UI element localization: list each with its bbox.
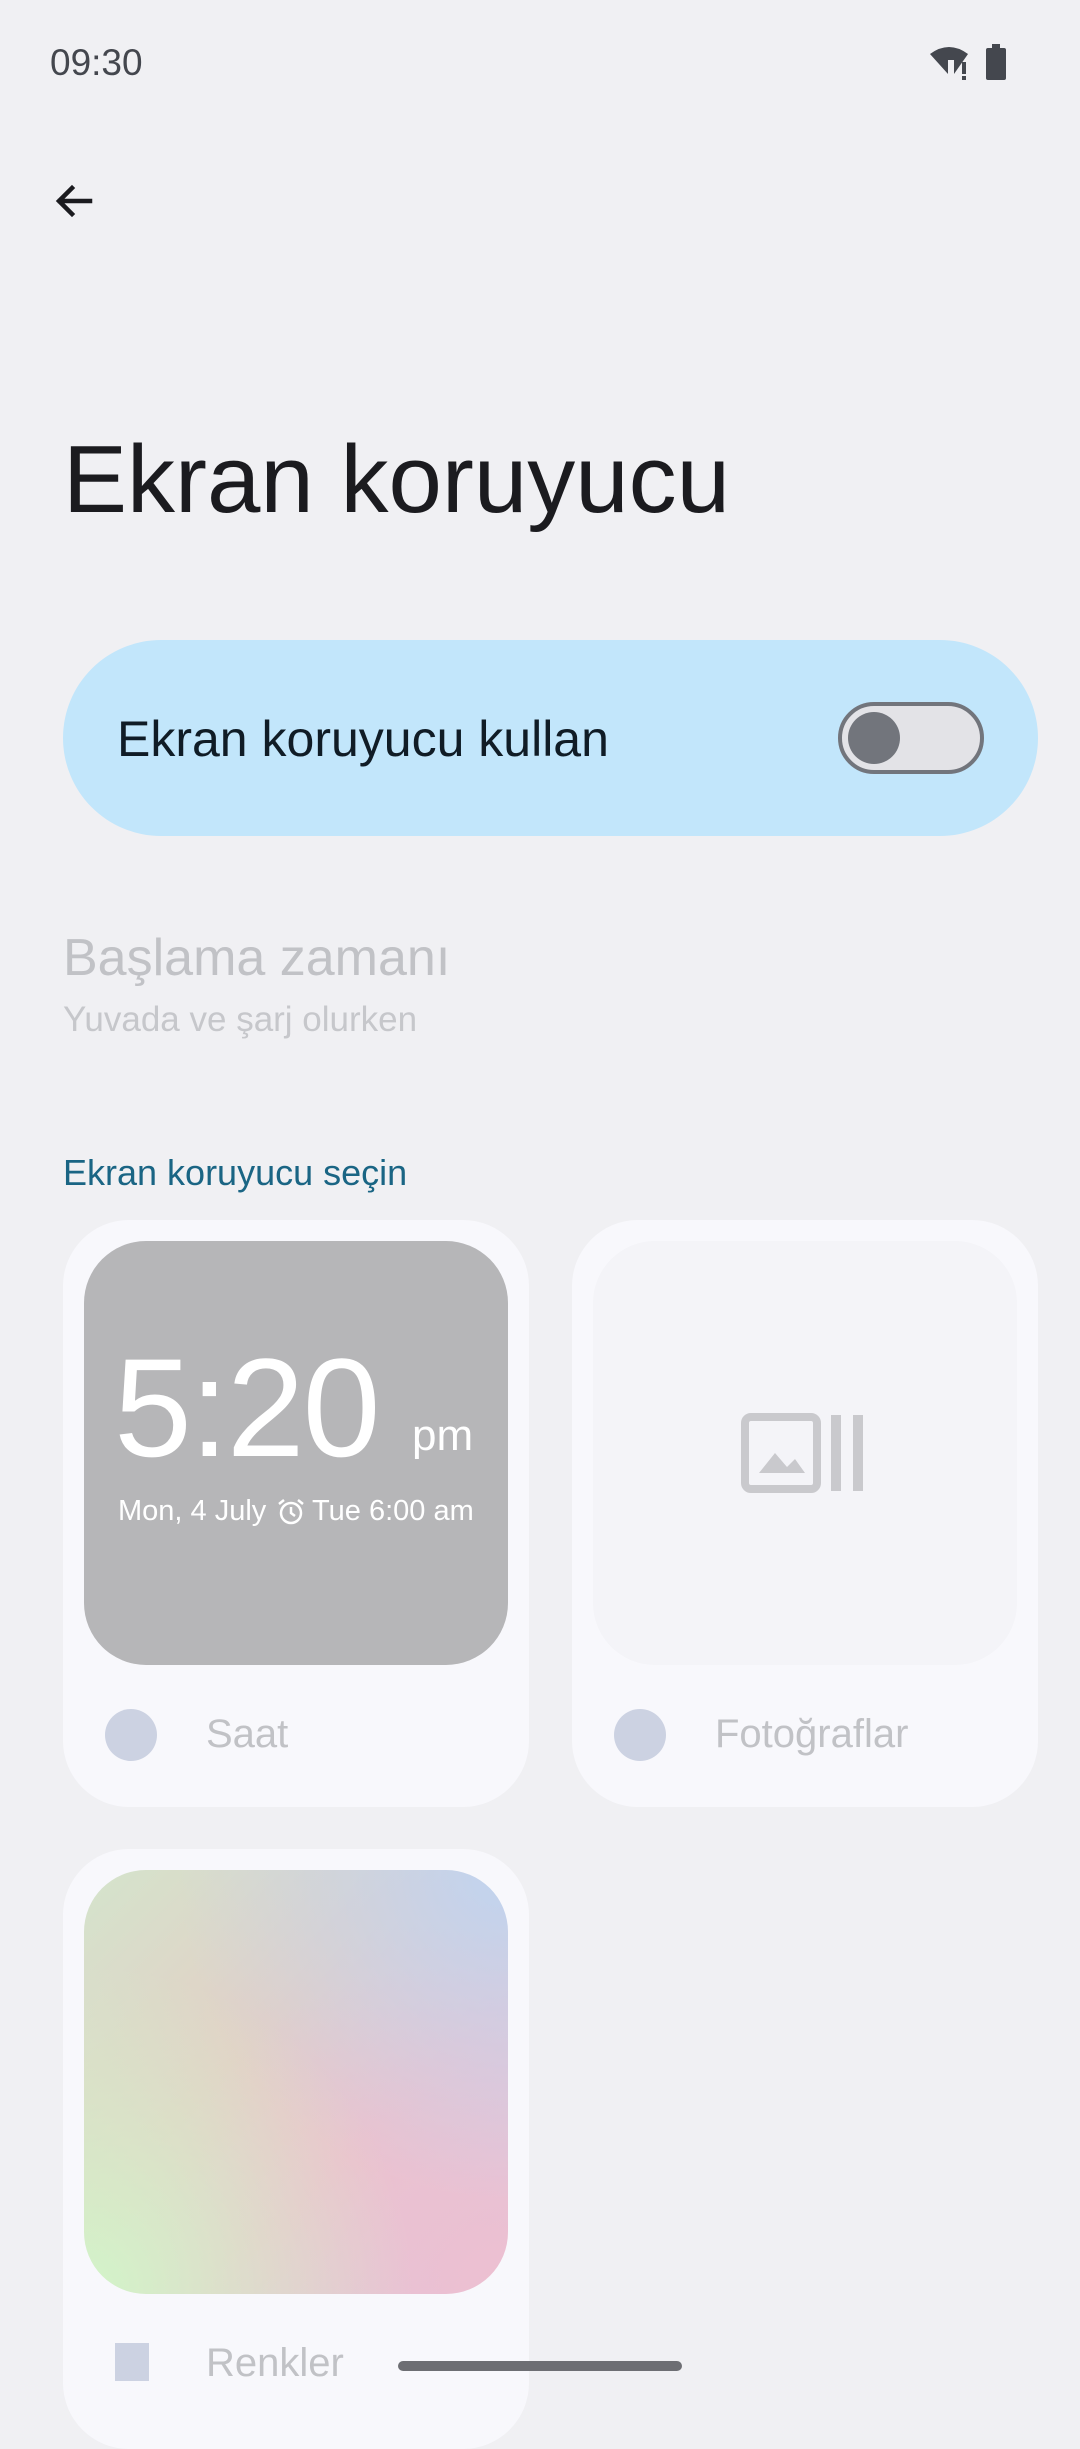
start-time-title[interactable]: Başlama zamanı <box>63 928 450 988</box>
navigation-handle[interactable] <box>398 2361 682 2371</box>
photo-library-icon <box>741 1413 863 1493</box>
switch-thumb <box>848 712 900 764</box>
alarm-icon <box>278 1499 304 1525</box>
status-bar: 09:30 <box>0 0 1080 130</box>
wifi-alert-icon <box>930 47 968 80</box>
option-label-clock: Saat <box>206 1712 289 1756</box>
arrow-back-icon <box>55 184 93 218</box>
option-card-colors[interactable]: Renkler <box>63 1849 529 2449</box>
clock-preview-time: 5:20 <box>114 1329 380 1486</box>
use-screensaver-label: Ekran koruyucu kullan <box>117 711 609 767</box>
option-label-photos: Fotoğraflar <box>715 1712 909 1756</box>
clock-preview-date: Mon, 4 July <box>118 1495 267 1527</box>
clock-preview: 5:20 pm Mon, 4 July Tue 6:00 am <box>84 1241 508 1665</box>
status-time: 09:30 <box>50 42 143 83</box>
radio-clock[interactable] <box>105 1709 157 1761</box>
battery-icon <box>986 44 1006 80</box>
clock-preview-alarm: Tue 6:00 am <box>312 1495 474 1527</box>
photos-preview <box>593 1241 1017 1665</box>
start-time-subtitle: Yuvada ve şarj olurken <box>63 1000 418 1039</box>
colors-preview <box>84 1870 508 2294</box>
use-screensaver-switch[interactable] <box>838 702 984 774</box>
option-card-clock[interactable]: 5:20 pm Mon, 4 July Tue 6:00 am Saat <box>63 1220 529 1807</box>
page-title: Ekran koruyucu <box>63 426 730 533</box>
back-button[interactable] <box>38 165 110 237</box>
section-heading: Ekran koruyucu seçin <box>63 1152 408 1193</box>
option-card-photos[interactable]: Fotoğraflar <box>572 1220 1038 1807</box>
use-screensaver-toggle-card[interactable]: Ekran koruyucu kullan <box>63 640 1038 836</box>
clock-preview-ampm: pm <box>412 1411 474 1460</box>
radio-colors[interactable] <box>115 2343 149 2381</box>
radio-photos[interactable] <box>614 1709 666 1761</box>
option-label-colors: Renkler <box>206 2341 344 2385</box>
